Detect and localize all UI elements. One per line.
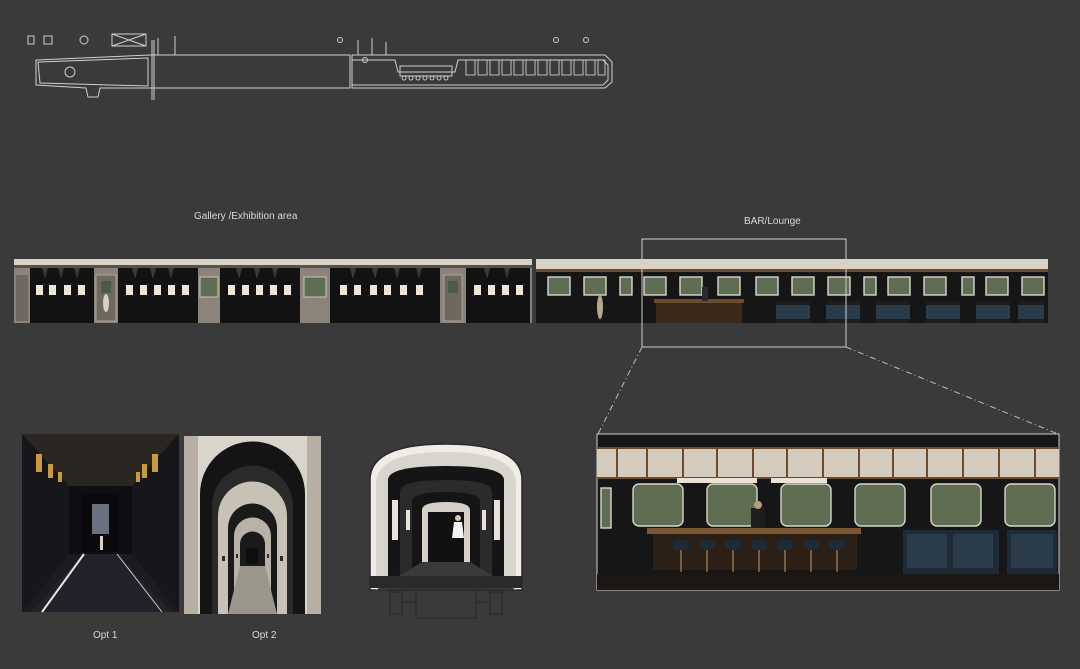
bar-label: BAR/Lounge <box>744 216 801 227</box>
bar-lounge-elevation <box>536 259 1048 323</box>
floor-plan-drawing <box>27 33 613 100</box>
opt1-label: Opt 1 <box>93 630 118 641</box>
opt1-render <box>22 434 179 613</box>
opt2-render <box>184 436 321 614</box>
gallery-elevation <box>14 259 532 323</box>
carriage-section <box>369 443 523 619</box>
bar-lounge-detail <box>596 433 1060 591</box>
gallery-label: Gallery /Exhibition area <box>194 211 298 222</box>
opt2-label: Opt 2 <box>252 630 277 641</box>
